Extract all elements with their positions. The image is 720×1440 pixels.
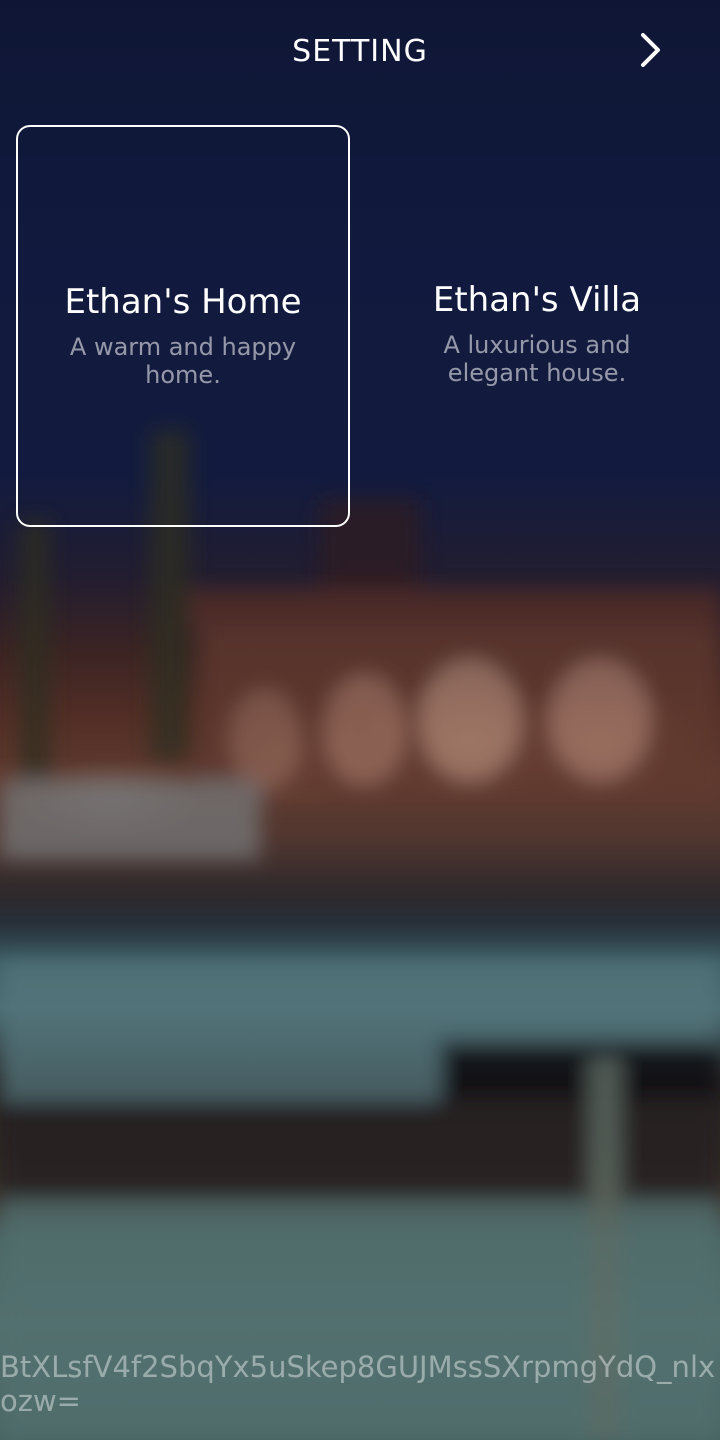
token-text: BtXLsfV4f2SbqYx5uSkep8GUJMssSXrpmgYdQ_nl… [0,1350,716,1418]
page-title: SETTING [292,34,428,69]
next-button[interactable] [628,28,672,72]
chevron-right-icon [641,33,660,67]
home-description: A luxurious and elegant house. [443,331,631,387]
home-card-ethans-home[interactable]: Ethan's Home A warm and happy home. [16,125,350,527]
header: SETTING [0,0,720,106]
home-card-ethans-villa[interactable]: Ethan's Villa A luxurious and elegant ho… [370,125,704,527]
home-description: A warm and happy home. [69,333,297,389]
home-name: Ethan's Villa [432,280,642,320]
home-name: Ethan's Home [64,282,302,322]
